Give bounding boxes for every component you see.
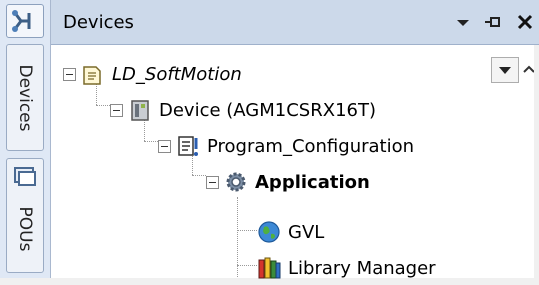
panel-title: Devices bbox=[63, 12, 134, 33]
collapse-toggle[interactable] bbox=[206, 175, 219, 189]
tree-node-label: Application bbox=[255, 171, 370, 193]
tree-node-program-configuration[interactable]: Program_Configuration bbox=[158, 129, 414, 163]
tree-node-library-manager[interactable]: Library Manager bbox=[256, 251, 436, 285]
tab-pous-label: POUs bbox=[15, 206, 35, 252]
program-config-icon bbox=[178, 136, 198, 156]
side-tab-strip: Devices POUs bbox=[0, 0, 51, 278]
library-books-icon bbox=[258, 257, 281, 279]
pin-icon[interactable] bbox=[481, 10, 505, 34]
collapse-toggle[interactable] bbox=[110, 103, 123, 117]
pous-tab-icon bbox=[14, 167, 36, 186]
tab-pous[interactable]: POUs bbox=[6, 158, 44, 273]
tab-devices-label: Devices bbox=[15, 64, 35, 131]
collapse-toggle[interactable] bbox=[158, 139, 171, 153]
devices-panel-content: LD_SoftMotion Device (AGM1CSRX16T) Progr… bbox=[51, 45, 539, 279]
application-gear-icon bbox=[226, 172, 246, 192]
chevron-down-icon[interactable] bbox=[451, 10, 475, 34]
tree-node-label: Device (AGM1CSRX16T) bbox=[159, 99, 376, 121]
tree-node-gvl[interactable]: GVL bbox=[256, 215, 324, 249]
tree-node-label: Program_Configuration bbox=[207, 135, 415, 157]
device-icon bbox=[131, 100, 149, 121]
collapse-toggle[interactable] bbox=[63, 67, 76, 81]
panel-titlebar: Devices bbox=[51, 0, 539, 45]
tree-filter-dropdown-button[interactable] bbox=[491, 57, 519, 83]
tree-node-device[interactable]: Device (AGM1CSRX16T) bbox=[110, 93, 376, 127]
devices-view-icon[interactable] bbox=[6, 4, 44, 38]
project-icon bbox=[83, 66, 101, 85]
tree-node-label: Library Manager bbox=[288, 257, 436, 279]
globe-icon bbox=[258, 221, 280, 243]
vertical-scrollbar[interactable] bbox=[534, 45, 539, 278]
close-icon[interactable] bbox=[513, 10, 537, 34]
tree-node-label: GVL bbox=[288, 221, 325, 243]
device-tree: LD_SoftMotion Device (AGM1CSRX16T) Progr… bbox=[51, 45, 535, 279]
tree-node-label: LD_SoftMotion bbox=[112, 63, 242, 85]
tree-node-application[interactable]: Application bbox=[206, 165, 370, 199]
tree-node-project[interactable]: LD_SoftMotion bbox=[63, 57, 242, 91]
tab-devices[interactable]: Devices bbox=[6, 44, 44, 151]
